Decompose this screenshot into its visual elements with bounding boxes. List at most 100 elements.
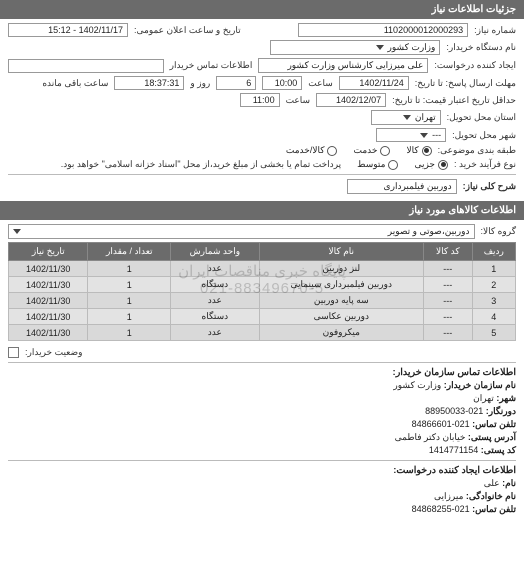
- cell-date: 1402/11/30: [9, 309, 88, 325]
- remain-tail: ساعت باقی مانده: [42, 78, 108, 89]
- radio-goods-service[interactable]: کالا/خدمت: [286, 145, 338, 156]
- cell-row: 5: [472, 325, 515, 341]
- table-row[interactable]: 2---دوربین فیلمبرداری سینماییدستگاه11402…: [9, 277, 516, 293]
- radio-dot-icon: [422, 146, 432, 156]
- page-header: جزئیات اطلاعات نیاز: [0, 0, 524, 19]
- cell-code: ---: [423, 325, 472, 341]
- cell-qty: 1: [88, 293, 171, 309]
- tel-value: 021-84866601: [412, 419, 470, 429]
- need-title-field[interactable]: دوربین فیلمبرداری: [347, 179, 457, 194]
- cell-date: 1402/11/30: [9, 261, 88, 277]
- chevron-down-icon: [420, 133, 428, 138]
- city-value: تهران: [473, 393, 494, 403]
- cell-unit: دستگاه: [171, 309, 259, 325]
- chevron-down-icon: [376, 45, 384, 50]
- lname-label: نام خانوادگی:: [466, 491, 516, 501]
- deadline-resp-label: مهلت ارسال پاسخ: تا تاریخ:: [415, 78, 516, 89]
- cell-qty: 1: [88, 277, 171, 293]
- table-row[interactable]: 4---دوربین عکاسیدستگاه11402/11/30: [9, 309, 516, 325]
- need-title-label: شرح کلی نیاز:: [463, 181, 516, 192]
- chevron-down-icon: [403, 115, 411, 120]
- cell-code: ---: [423, 293, 472, 309]
- time-label-2: ساعت: [286, 95, 311, 106]
- fax-label: دورنگار:: [486, 406, 516, 416]
- buyer-dev-field[interactable]: وزارت کشور: [270, 40, 440, 55]
- table-wrap: ردیف کد کالا نام کالا واحد شمارش تعداد /…: [8, 242, 516, 341]
- divider: [8, 362, 516, 363]
- radio-goods-label: کالا: [406, 145, 418, 156]
- proc-note: پرداخت تمام یا بخشی از مبلغ خرید،از محل …: [61, 159, 341, 170]
- cell-name: لنز دوربین: [259, 261, 423, 277]
- col-row: ردیف: [472, 243, 515, 261]
- group-field[interactable]: دوربین،صوتی و تصویر: [8, 224, 475, 239]
- table-row[interactable]: 5---میکروفونعدد11402/11/30: [9, 325, 516, 341]
- fname-value: علی: [484, 478, 500, 488]
- delivery-prov-value: تهران: [415, 112, 436, 123]
- group-value: دوربین،صوتی و تصویر: [388, 226, 470, 237]
- table-row[interactable]: 1---لنز دوربینعدد11402/11/30: [9, 261, 516, 277]
- buyer-status-checkbox[interactable]: [8, 347, 19, 358]
- cell-unit: عدد: [171, 325, 259, 341]
- chevron-down-icon: [13, 229, 21, 234]
- cell-row: 1: [472, 261, 515, 277]
- goods-section-header: اطلاعات کالاهای مورد نیاز: [0, 201, 524, 220]
- valid-time[interactable]: 11:00: [240, 93, 280, 107]
- contact-org-block: اطلاعات تماس سازمان خریدار: نام سازمان خ…: [8, 367, 516, 456]
- cell-name: دوربین فیلمبرداری سینمایی: [259, 277, 423, 293]
- radio-goods[interactable]: کالا: [406, 145, 431, 156]
- radio-medium-label: متوسط: [357, 159, 385, 170]
- radio-service-label: خدمت: [353, 145, 377, 156]
- delivery-city-value: ---: [432, 130, 441, 140]
- cell-name: دوربین عکاسی: [259, 309, 423, 325]
- cell-date: 1402/11/30: [9, 325, 88, 341]
- col-unit: واحد شمارش: [171, 243, 259, 261]
- cell-qty: 1: [88, 261, 171, 277]
- cell-qty: 1: [88, 325, 171, 341]
- divider: [8, 460, 516, 461]
- deadline-resp-date[interactable]: 1402/11/24: [339, 76, 409, 90]
- cell-unit: دستگاه: [171, 277, 259, 293]
- valid-date[interactable]: 1402/12/07: [316, 93, 386, 107]
- delivery-prov-field[interactable]: تهران: [371, 110, 441, 125]
- radio-service[interactable]: خدمت: [353, 145, 390, 156]
- buyer-dev-label: نام دستگاه خریدار:: [446, 42, 516, 53]
- cell-code: ---: [423, 261, 472, 277]
- radio-micro-label: جزیی: [414, 159, 435, 170]
- fname-label: نام:: [502, 478, 516, 488]
- cell-code: ---: [423, 309, 472, 325]
- fax-value: 021-88950033: [425, 406, 483, 416]
- radio-micro[interactable]: جزیی: [414, 159, 448, 170]
- remain-time: 18:37:31: [114, 76, 184, 90]
- contact-org-title: اطلاعات تماس سازمان خریدار:: [8, 367, 516, 378]
- day-word: روز و: [190, 78, 210, 89]
- delivery-city-label: شهر محل تحویل:: [452, 130, 516, 141]
- request-summary: شماره نیاز: 1102000012000293 تاریخ و ساع…: [0, 19, 524, 201]
- radio-dot-icon: [438, 160, 448, 170]
- org-label: نام سازمان خریدار:: [444, 380, 516, 390]
- table-row[interactable]: 3---سه پایه دوربینعدد11402/11/30: [9, 293, 516, 309]
- delivery-city-field[interactable]: ---: [376, 128, 446, 142]
- cell-date: 1402/11/30: [9, 293, 88, 309]
- contact-creator-block: اطلاعات ایجاد کننده درخواست: نام: علی نا…: [8, 465, 516, 515]
- announce-field[interactable]: 1402/11/17 - 15:12: [8, 23, 128, 37]
- deadline-resp-time[interactable]: 10:00: [262, 76, 302, 90]
- buyer-contact-field[interactable]: [8, 59, 164, 73]
- goods-table: ردیف کد کالا نام کالا واحد شمارش تعداد /…: [8, 242, 516, 341]
- goods-section: گروه کالا: دوربین،صوتی و تصویر ردیف کد ک…: [0, 220, 524, 521]
- buyer-contact-label: اطلاعات تماس خریدار: [170, 60, 253, 71]
- category-label: طبقه بندی موضوعی:: [438, 145, 516, 156]
- radio-dot-icon: [380, 146, 390, 156]
- post-label: کد پستی:: [481, 445, 516, 455]
- announce-label: تاریخ و ساعت اعلان عمومی:: [134, 25, 241, 36]
- cell-unit: عدد: [171, 293, 259, 309]
- goods-section-title: اطلاعات کالاهای مورد نیاز: [409, 205, 516, 216]
- cell-code: ---: [423, 277, 472, 293]
- col-date: تاریخ نیاز: [9, 243, 88, 261]
- creator-field[interactable]: علی میرزایی کارشناس وزارت کشور: [258, 58, 428, 73]
- creator-tel-value: 021-84868255: [412, 504, 470, 514]
- radio-medium[interactable]: متوسط: [357, 159, 398, 170]
- tel-label: تلفن تماس:: [472, 419, 516, 429]
- creator-tel-label: تلفن تماس:: [472, 504, 516, 514]
- req-no-field[interactable]: 1102000012000293: [298, 23, 468, 37]
- cell-row: 4: [472, 309, 515, 325]
